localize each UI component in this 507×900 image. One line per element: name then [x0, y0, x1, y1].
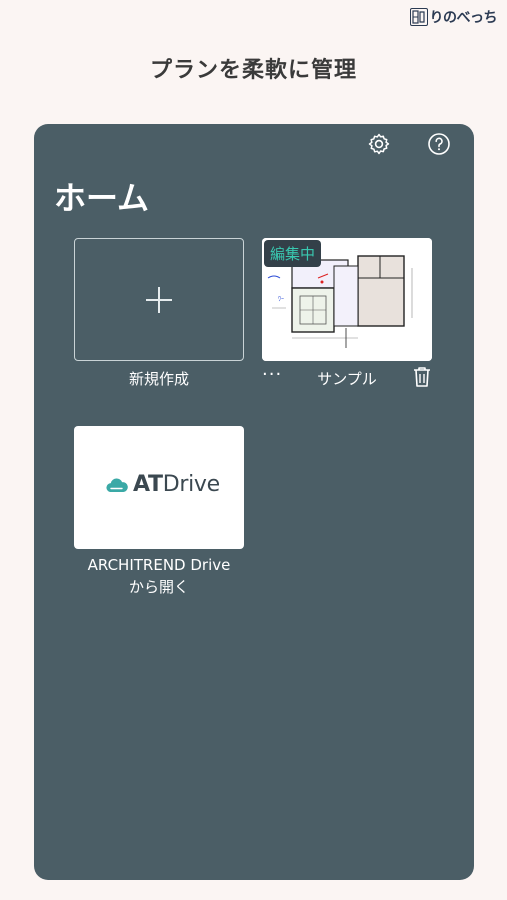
more-options-button[interactable]: ··· [262, 364, 282, 385]
question-circle-icon [428, 133, 450, 155]
editing-badge: 編集中 [264, 240, 322, 267]
brand-mark-icon [409, 8, 428, 26]
brand-name: りのべっち [429, 10, 498, 26]
trash-icon[interactable] [412, 366, 432, 388]
page-title: ホーム [54, 179, 150, 217]
help-button[interactable] [426, 131, 452, 157]
brand-logo: りのべっち [409, 7, 498, 27]
new-plan-label: 新規作成 [128, 370, 189, 388]
drive-label-line2: から開く [128, 578, 189, 596]
home-panel: ホーム 新規作成 ﾜｰ 編集中 ··· サンプル ATDrive ARCHITR… [34, 124, 474, 880]
plus-icon [146, 286, 172, 313]
drive-label-line1: ARCHITREND Drive [87, 556, 231, 574]
gear-icon [368, 133, 390, 155]
cloud-icon [106, 477, 128, 492]
architrend-drive-label: ARCHITREND Drive から開く [74, 554, 244, 598]
at-drive-logo: ATDrive [105, 472, 220, 497]
architrend-drive-tile[interactable]: ATDrive [74, 426, 244, 549]
svg-text:ﾜｰ: ﾜｰ [278, 296, 284, 303]
sample-plan-tile[interactable]: ﾜｰ 編集中 [262, 238, 432, 361]
drive-logo-text: ATDrive [133, 472, 220, 497]
new-plan-tile[interactable] [74, 238, 244, 361]
sample-plan-label: サンプル [317, 370, 377, 388]
settings-button[interactable] [366, 131, 392, 157]
page-headline: プランを柔軟に管理 [149, 58, 357, 83]
